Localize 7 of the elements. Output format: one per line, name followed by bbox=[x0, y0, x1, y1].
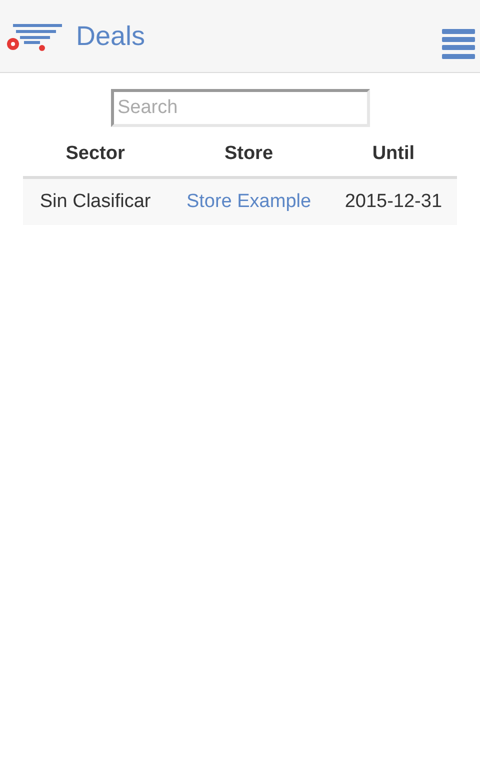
table-cell: Sin Clasificar bbox=[23, 178, 168, 225]
menu-icon[interactable] bbox=[442, 29, 475, 59]
page-title: Deals bbox=[76, 20, 146, 52]
search-field[interactable]: Search bbox=[110, 89, 370, 127]
store-link[interactable]: Store Example bbox=[168, 178, 330, 225]
cart-icon bbox=[4, 22, 62, 52]
table-cell: 2015-12-31 bbox=[330, 178, 457, 225]
